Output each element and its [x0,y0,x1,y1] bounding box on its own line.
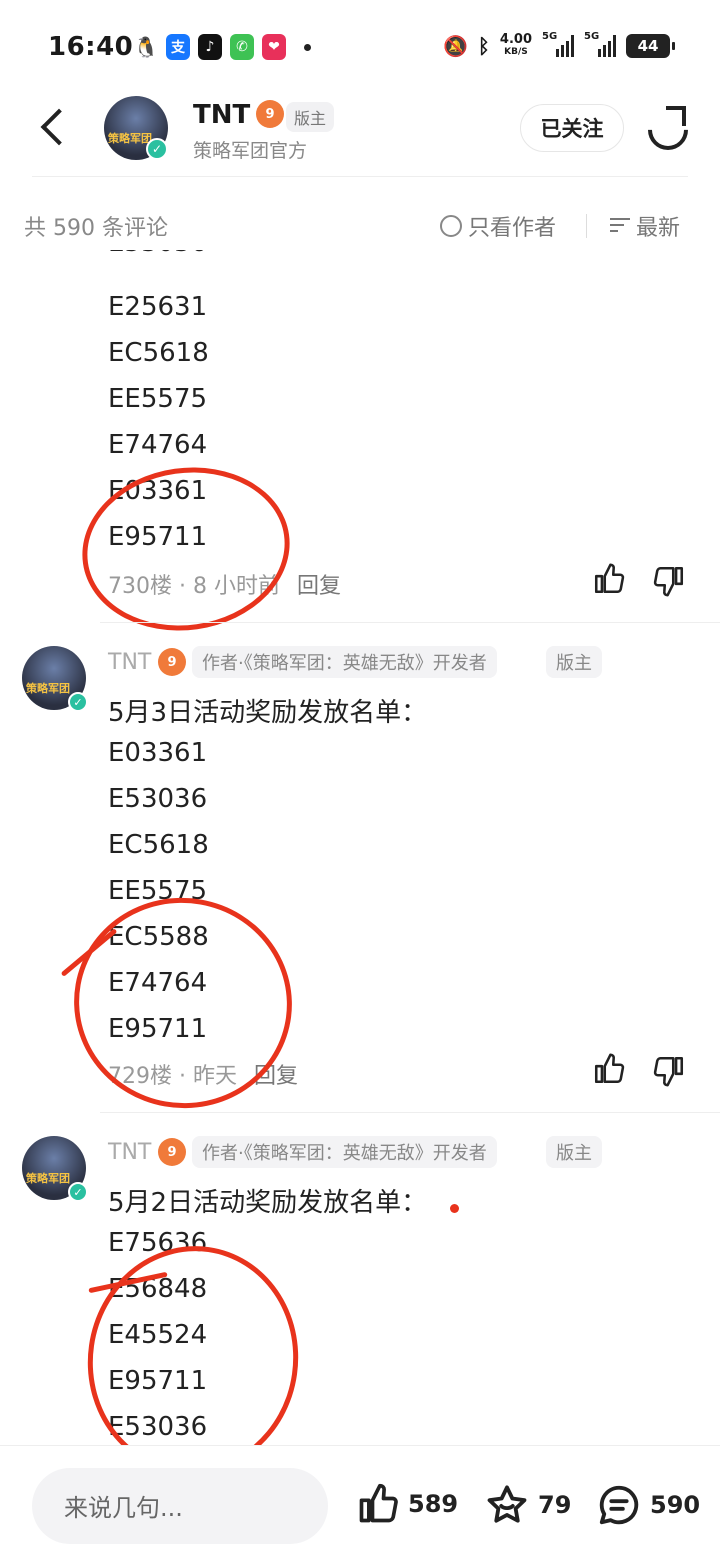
cut-off-line: E53036 [108,250,207,270]
red-circle-annotation [71,454,301,644]
comment-author[interactable]: TNT [108,650,151,675]
comment-line: EE5575 [108,384,208,414]
author-tag: 作者·《策略军团：英雄无敌》开发者 [192,1136,497,1168]
star-icon [487,1485,527,1523]
comment-author[interactable]: TNT [108,1140,151,1165]
level-badge: 9 [256,100,284,128]
comment-line: E53036 [108,784,208,814]
like-button[interactable]: 589 [356,1482,458,1526]
more-notifications-dot [304,43,311,51]
divider [32,176,688,177]
thumbs-up-icon[interactable] [592,1052,626,1086]
notification-icons: 🐧 支 ♪ ✆ ❤ [134,34,311,60]
role-badge: 版主 [546,1136,602,1168]
comment-title: 5月2日活动奖励发放名单： [108,1188,428,1218]
red-circle-annotation [73,1232,313,1445]
alipay-icon: 支 [166,34,190,60]
reply-button[interactable]: 回复 [297,574,341,599]
level-badge: 9 [158,648,186,676]
comments-button[interactable]: 590 [596,1482,700,1528]
comment-title: 5月3日活动奖励发放名单： [108,698,428,728]
share-arrow-icon [666,106,686,126]
network-speed: 4.00 KB/S [499,32,532,57]
divider [100,622,720,623]
verified-icon: ✓ [68,692,88,712]
comment-filter-bar: 共 590 条评论 只看作者 最新 [0,200,720,250]
comment-count: 共 590 条评论 [24,216,168,241]
thumbs-down-icon[interactable] [652,1054,686,1088]
tiktok-icon: ♪ [198,34,222,60]
bottom-action-bar: 来说几句... 589 79 590 [0,1445,720,1563]
chevron-left-icon[interactable] [36,108,76,148]
sort-icon [610,217,632,235]
comment-line: E25631 [108,292,208,322]
comment-bubble-icon [599,1485,639,1525]
thumbs-down-icon[interactable] [652,564,686,598]
thumbs-up-icon [359,1483,398,1523]
post-header: 策略军团 ✓ TNT 9 版主 策略军团官方 已关注 [0,96,720,178]
role-badge: 版主 [286,102,335,132]
author-subtitle: 策略军团官方 [193,140,308,162]
phone-icon: ✆ [230,34,254,60]
avatar[interactable]: 策略军团 ✓ [22,646,88,712]
system-indicators: 🔕 ᛒ 4.00 KB/S 5G 5G 44 [443,31,675,58]
signal-icon: 5G [542,31,574,57]
health-icon: ❤ [262,34,286,60]
verified-icon: ✓ [68,1182,88,1202]
role-badge: 版主 [546,646,602,678]
comment-line: E74764 [108,430,208,460]
post-detail-page: 16:40 🐧 支 ♪ ✆ ❤ 🔕 ᛒ 4.00 KB/S 5G 5G 44 策… [0,0,720,1563]
follow-button[interactable]: 已关注 [520,104,624,152]
divider [100,1112,720,1113]
red-dot-annotation [450,1204,459,1213]
divider [586,214,587,238]
bluetooth-icon: ᛒ [477,34,490,58]
battery-icon: 44 [626,34,675,58]
author-name[interactable]: TNT [193,100,250,130]
verified-icon: ✓ [146,138,168,160]
comment-line: EC5618 [108,830,209,860]
sort-button[interactable]: 最新 [610,210,680,242]
status-bar: 16:40 🐧 支 ♪ ✆ ❤ 🔕 ᛒ 4.00 KB/S 5G 5G 44 [0,0,720,96]
qq-icon: 🐧 [133,34,159,60]
favorite-button[interactable]: 79 [484,1482,571,1528]
author-tag: 作者·《策略军团：英雄无敌》开发者 [192,646,497,678]
clock: 16:40 [48,32,134,62]
comment-input[interactable]: 来说几句... [32,1468,328,1544]
level-badge: 9 [158,1138,186,1166]
mute-icon: 🔕 [443,34,468,58]
only-author-toggle[interactable]: 只看作者 [440,210,556,242]
comment-line: EC5618 [108,338,209,368]
signal-icon: 5G [584,31,616,57]
avatar[interactable]: 策略军团 ✓ [22,1136,88,1202]
comment-list[interactable]: E53036 E25631 EC5618 EE5575 E74764 E0336… [0,250,720,1445]
comment-line: E03361 [108,738,208,768]
thumbs-up-icon[interactable] [592,562,626,596]
radio-circle-icon [440,215,462,237]
